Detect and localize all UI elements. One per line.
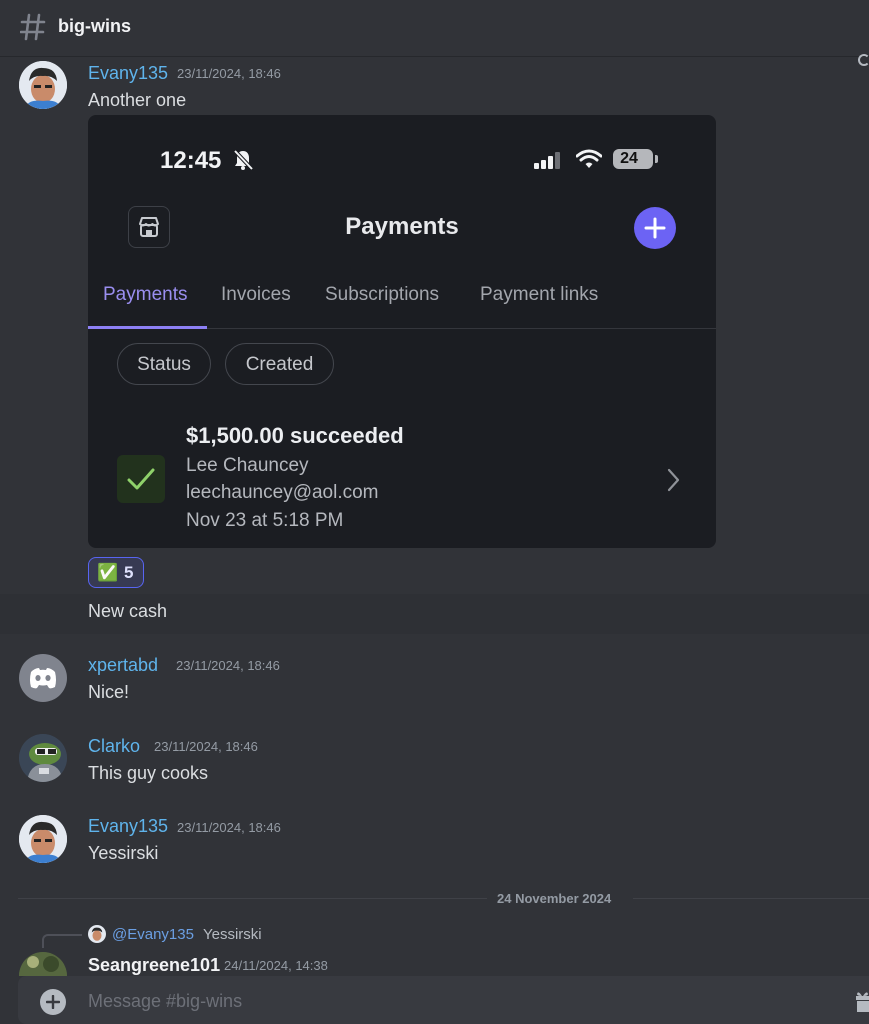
payment-amount-status: $1,500.00 succeeded [186,423,404,448]
filter-status[interactable]: Status [117,343,211,385]
add-attachment-button[interactable] [40,989,66,1015]
date-divider-line [18,898,487,899]
message-text: Nice! [88,682,130,702]
signal-icon [534,152,560,169]
tab-payment-links[interactable]: Payment links [480,284,598,306]
plus-icon [46,995,60,1009]
message-timestamp: 23/11/2024, 18:46 [154,739,258,754]
message-author[interactable]: xpertabd [88,655,158,676]
battery-icon: 24 [613,149,653,169]
payment-customer-name: Lee Chauncey [186,455,309,476]
avatar[interactable] [19,952,67,976]
message-author[interactable]: Clarko [88,736,140,757]
filter-status-label: Status [137,354,191,375]
avatar[interactable] [19,654,67,702]
message-timestamp: 23/11/2024, 18:46 [177,820,281,835]
image-attachment[interactable]: 12:45 24 Payments Payments Invoices Subs… [88,115,716,548]
reaction-count: 5 [124,563,134,582]
filter-created-label: Created [245,354,314,375]
message-author[interactable]: Seangreene101 [88,955,220,976]
reaction-button[interactable]: ✅ 5 [88,557,144,588]
date-divider: 24 November 2024 [497,891,612,906]
success-check-icon [117,455,165,503]
avatar[interactable] [19,815,67,863]
reply-preview[interactable]: Yessirski [203,926,262,943]
message-author[interactable]: Evany135 [88,816,168,837]
message-timestamp: 23/11/2024, 18:46 [176,658,280,673]
screen-title: Payments [345,213,459,240]
add-button[interactable] [634,207,676,249]
check-emoji-icon: ✅ [97,563,119,582]
payment-customer-email: leechauncey@aol.com [186,482,379,503]
tab-subscriptions[interactable]: Subscriptions [325,284,439,306]
message-text: This guy cooks [88,763,209,783]
channel-name: big-wins [58,16,131,36]
message-text: New cash [88,601,168,621]
battery-level: 24 [620,150,638,167]
filter-created[interactable]: Created [225,343,334,385]
reply-spine [42,934,82,948]
avatar[interactable] [19,61,67,109]
reply-mention[interactable]: @Evany135 [112,926,194,943]
avatar[interactable] [19,734,67,782]
message-composer[interactable]: Message #big-wins [18,976,869,1024]
plus-icon [644,217,666,239]
date-divider-line [633,898,869,899]
chevron-right-icon [667,468,680,492]
message-text: Yessirski [88,843,159,863]
payment-date: Nov 23 at 5:18 PM [186,510,344,531]
active-tab-indicator [88,326,207,329]
message-timestamp: 24/11/2024, 14:38 [224,958,328,973]
tab-invoices[interactable]: Invoices [221,284,291,306]
gift-icon[interactable] [856,990,869,1012]
hash-icon [20,13,46,41]
reply-avatar [88,925,106,943]
message-input[interactable]: Message #big-wins [88,991,242,1012]
message-text: Another one [88,90,187,110]
message-author[interactable]: Evany135 [88,63,168,84]
payment-row[interactable]: $1,500.00 succeeded Lee Chauncey leechau… [88,415,716,540]
thread-icon[interactable] [858,54,869,66]
bell-muted-icon [233,149,254,171]
message-timestamp: 23/11/2024, 18:46 [177,66,281,81]
tab-payments[interactable]: Payments [103,284,187,306]
status-time: 12:45 [160,147,222,174]
wifi-icon [576,149,602,168]
channel-header: big-wins [0,0,869,57]
